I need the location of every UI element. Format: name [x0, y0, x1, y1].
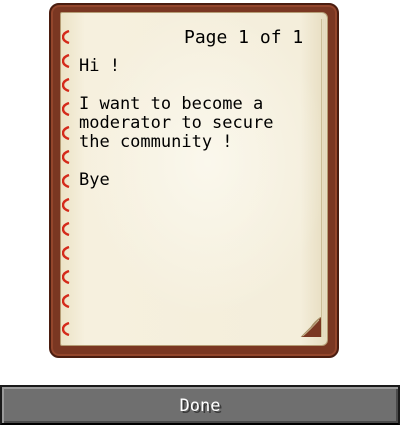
book-text-line: Bye	[79, 170, 110, 190]
binding-ring-icon	[62, 246, 70, 260]
book-text-line: I want to become a	[79, 94, 264, 114]
book-text-line: the community !	[79, 132, 233, 152]
binding-ring-icon	[62, 150, 70, 164]
book-text-line: Hi !	[79, 56, 120, 76]
book-text: Hi ! I want to become a moderator to sec…	[79, 57, 314, 190]
binding-ring-icon	[62, 322, 70, 336]
binding-ring-icon	[62, 174, 70, 188]
binding-ring-icon	[62, 222, 70, 236]
binding-ring-icon	[62, 294, 70, 308]
page-indicator: Page 1 of 1	[184, 27, 304, 48]
binding-ring-icon	[62, 78, 70, 92]
binding-ring-icon	[62, 198, 70, 212]
done-button[interactable]: Done	[0, 385, 400, 425]
book-text-line: moderator to secure	[79, 113, 274, 133]
book-text-line	[79, 76, 314, 95]
binding-ring-icon	[62, 102, 70, 116]
binding-ring-icon	[62, 126, 70, 140]
binding-ring-icon	[62, 30, 70, 44]
book-text-line	[79, 152, 314, 171]
binding-ring-icon	[62, 270, 70, 284]
binding-ring-icon	[62, 54, 70, 68]
page-edge	[321, 19, 327, 337]
done-button-label: Done	[179, 396, 221, 416]
page-curl-icon	[300, 317, 321, 337]
binding-rings	[62, 24, 74, 346]
